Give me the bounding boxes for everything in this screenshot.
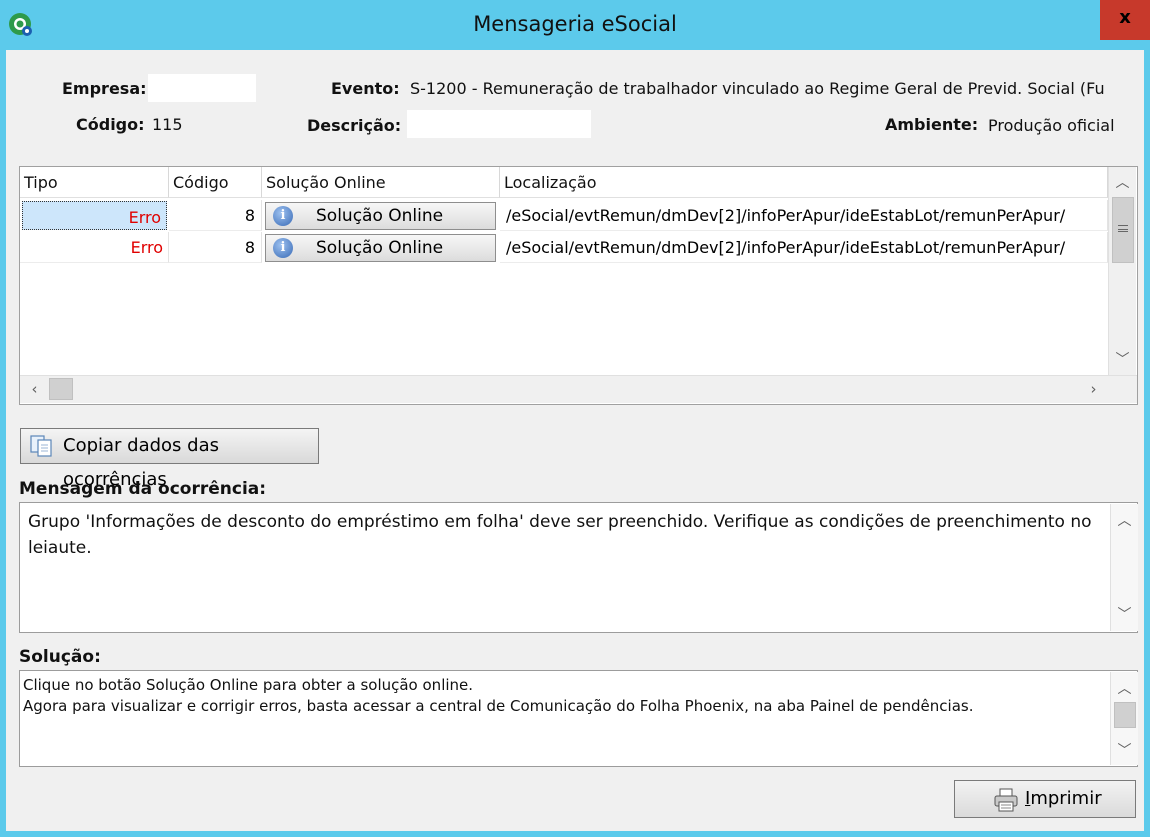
codigo-value: 115 (152, 115, 183, 134)
print-label: Imprimir (1025, 788, 1102, 809)
solucao-scrollbar[interactable]: ︿ ﹀ (1110, 672, 1138, 765)
scroll-thumb[interactable] (49, 378, 73, 400)
column-header-localizacao[interactable]: Localização (500, 167, 1108, 198)
printer-icon (994, 788, 1018, 812)
solucao-online-button[interactable]: i Solução Online (265, 234, 496, 262)
info-icon: i (273, 206, 293, 226)
cell-localizacao[interactable]: /eSocial/evtRemun/dmDev[2]/infoPerApur/i… (500, 232, 1108, 263)
solucao-text: Clique no botão Solução Online para obte… (23, 675, 1103, 717)
solucao-line-2: Agora para visualizar e corrigir erros, … (23, 697, 974, 715)
solucao-online-label: Solução Online (316, 206, 444, 226)
grid-vertical-scrollbar[interactable]: ︿ ﹀ (1108, 167, 1136, 375)
scroll-thumb[interactable] (1112, 197, 1134, 263)
ambiente-value: Produção oficial (988, 116, 1115, 135)
solucao-textarea[interactable]: Clique no botão Solução Online para obte… (19, 670, 1138, 767)
copy-occurrences-button[interactable]: Copiar dados das ocorrências (20, 428, 319, 490)
cell-tipo[interactable]: Erro (22, 201, 167, 230)
descricao-label: Descrição: (307, 116, 402, 135)
mensagem-label: Mensagem da ocorrência: (19, 479, 267, 499)
title-bar: Mensageria eSocial x (0, 0, 1150, 50)
window-title: Mensageria eSocial (473, 12, 677, 36)
scroll-down-arrow-icon[interactable]: ﹀ (1111, 602, 1138, 628)
codigo-label: Código: (76, 115, 145, 134)
solucao-online-label: Solução Online (316, 238, 444, 258)
empresa-value (148, 74, 256, 102)
solucao-online-button[interactable]: i Solução Online (265, 202, 496, 230)
scroll-thumb[interactable] (1114, 702, 1136, 728)
cell-tipo[interactable]: Erro (20, 232, 169, 263)
column-header-tipo[interactable]: Tipo (20, 167, 169, 198)
scroll-left-arrow-icon[interactable]: ‹ (21, 376, 48, 403)
close-icon: x (1119, 7, 1131, 28)
column-header-solucao-online[interactable]: Solução Online (262, 167, 500, 198)
info-icon: i (273, 238, 293, 258)
mensagem-textarea[interactable]: Grupo 'Informações de desconto do emprés… (19, 502, 1138, 633)
copy-icon (30, 435, 52, 457)
evento-value: S-1200 - Remuneração de trabalhador vinc… (410, 79, 1105, 98)
scroll-down-arrow-icon[interactable]: ﹀ (1109, 347, 1136, 373)
scroll-up-arrow-icon[interactable]: ︿ (1111, 676, 1138, 702)
occurrences-grid[interactable]: Tipo Código Solução Online Localização E… (19, 166, 1138, 405)
dialog-body: Empresa: Evento: S-1200 - Remuneração de… (6, 50, 1144, 831)
print-button[interactable]: Imprimir (954, 780, 1136, 818)
grid-horizontal-scrollbar[interactable]: ‹ › (20, 375, 1137, 403)
empresa-label: Empresa: (62, 79, 147, 98)
mensagem-text: Grupo 'Informações de desconto do emprés… (28, 512, 1092, 558)
descricao-value (407, 110, 591, 138)
column-header-codigo[interactable]: Código (169, 167, 262, 198)
mensagem-scrollbar[interactable]: ︿ ﹀ (1110, 504, 1138, 631)
scroll-right-arrow-icon[interactable]: › (1080, 376, 1107, 403)
solucao-label: Solução: (19, 647, 101, 667)
close-button[interactable]: x (1100, 0, 1150, 40)
evento-label: Evento: (331, 79, 400, 98)
cell-codigo[interactable]: 8 (169, 232, 262, 263)
dialog-window: Mensageria eSocial x Empresa: Evento: S-… (0, 0, 1150, 837)
scroll-down-arrow-icon[interactable]: ﹀ (1111, 738, 1138, 764)
cell-localizacao[interactable]: /eSocial/evtRemun/dmDev[2]/infoPerApur/i… (500, 200, 1108, 231)
cell-codigo[interactable]: 8 (169, 200, 262, 231)
scroll-up-arrow-icon[interactable]: ︿ (1111, 508, 1138, 534)
solucao-line-1: Clique no botão Solução Online para obte… (23, 676, 474, 694)
scroll-up-arrow-icon[interactable]: ︿ (1109, 170, 1136, 196)
ambiente-label: Ambiente: (885, 115, 979, 134)
